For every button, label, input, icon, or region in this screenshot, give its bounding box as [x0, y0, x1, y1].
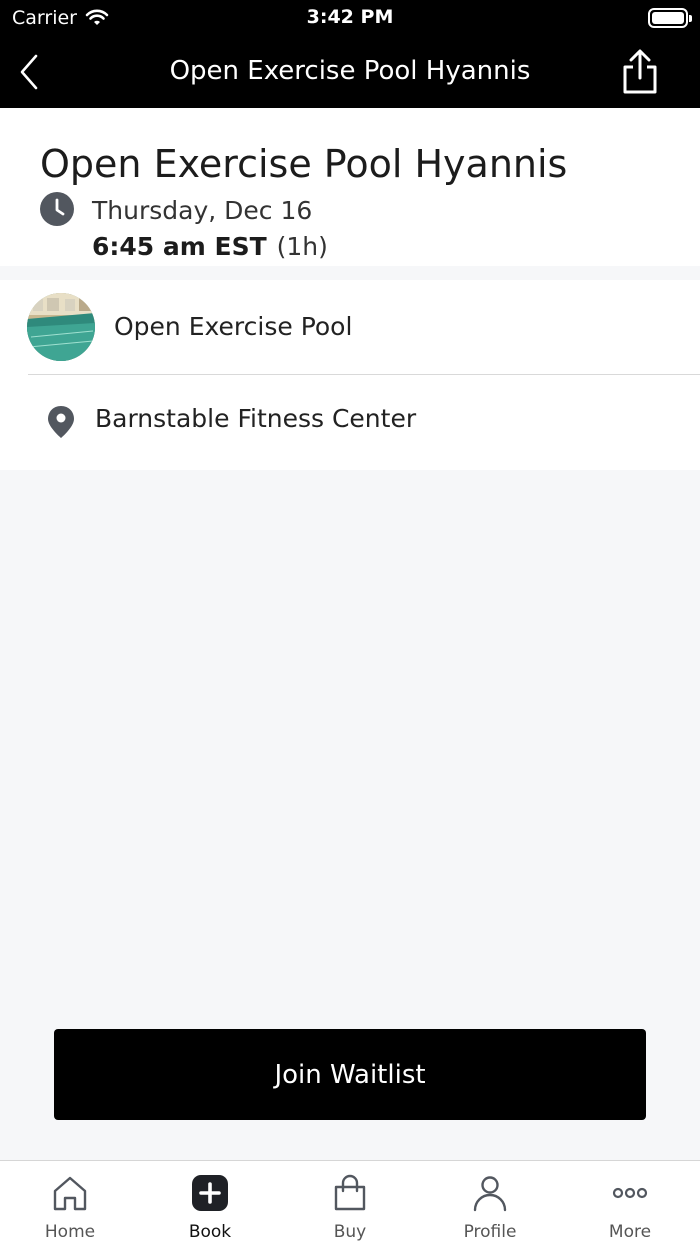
class-start-time: 6:45 am EST — [92, 232, 267, 261]
home-icon — [53, 1176, 87, 1211]
nav-title: Open Exercise Pool Hyannis — [169, 56, 531, 86]
class-row[interactable]: Open Exercise Pool — [0, 280, 700, 374]
plus-square-icon — [192, 1175, 228, 1211]
tab-buy[interactable]: Buy — [280, 1161, 420, 1244]
chevron-left-icon — [20, 54, 38, 90]
status-time: 3:42 PM — [306, 6, 394, 28]
tab-bar: Home Book Buy Profile More — [0, 1160, 700, 1244]
top-bar: Carrier 3:42 PM Open Exercise Pool Hyann… — [0, 0, 700, 108]
tab-more[interactable]: More — [560, 1161, 700, 1244]
join-waitlist-button[interactable]: Join Waitlist — [54, 1029, 646, 1120]
class-name: Open Exercise Pool — [114, 312, 353, 341]
battery-icon — [648, 8, 692, 28]
location-row[interactable]: Barnstable Fitness Center — [0, 375, 700, 470]
class-date: Thursday, Dec 16 — [92, 196, 313, 225]
status-bar: Carrier 3:42 PM — [0, 0, 700, 36]
class-header: Open Exercise Pool Hyannis Thursday, Dec… — [0, 108, 700, 266]
tab-label-home: Home — [44, 1222, 96, 1242]
tab-label-buy: Buy — [333, 1222, 367, 1242]
more-dots-icon — [612, 1187, 648, 1199]
shopping-bag-icon — [334, 1174, 366, 1211]
class-details: Open Exercise Pool Barnstable Fitness Ce… — [0, 280, 700, 470]
class-time: 6:45 am EST (1h) — [92, 232, 328, 261]
tab-home[interactable]: Home — [0, 1161, 140, 1244]
tab-profile[interactable]: Profile — [420, 1161, 560, 1244]
share-button[interactable] — [618, 48, 662, 96]
tab-label-profile: Profile — [463, 1222, 517, 1242]
pool-photo-avatar — [27, 293, 95, 361]
pool-photo-image — [27, 293, 95, 361]
person-icon — [473, 1176, 507, 1212]
screen: Carrier 3:42 PM Open Exercise Pool Hyann… — [0, 0, 700, 1244]
back-button[interactable] — [14, 50, 46, 94]
location-name: Barnstable Fitness Center — [95, 404, 417, 433]
share-icon — [623, 49, 657, 94]
tab-book[interactable]: Book — [140, 1161, 280, 1244]
page-title: Open Exercise Pool Hyannis — [40, 142, 568, 186]
clock-icon — [40, 192, 74, 226]
location-pin-icon — [48, 406, 74, 438]
tab-label-more: More — [608, 1222, 652, 1242]
class-duration: (1h) — [276, 232, 328, 261]
tab-label-book: Book — [188, 1222, 232, 1242]
